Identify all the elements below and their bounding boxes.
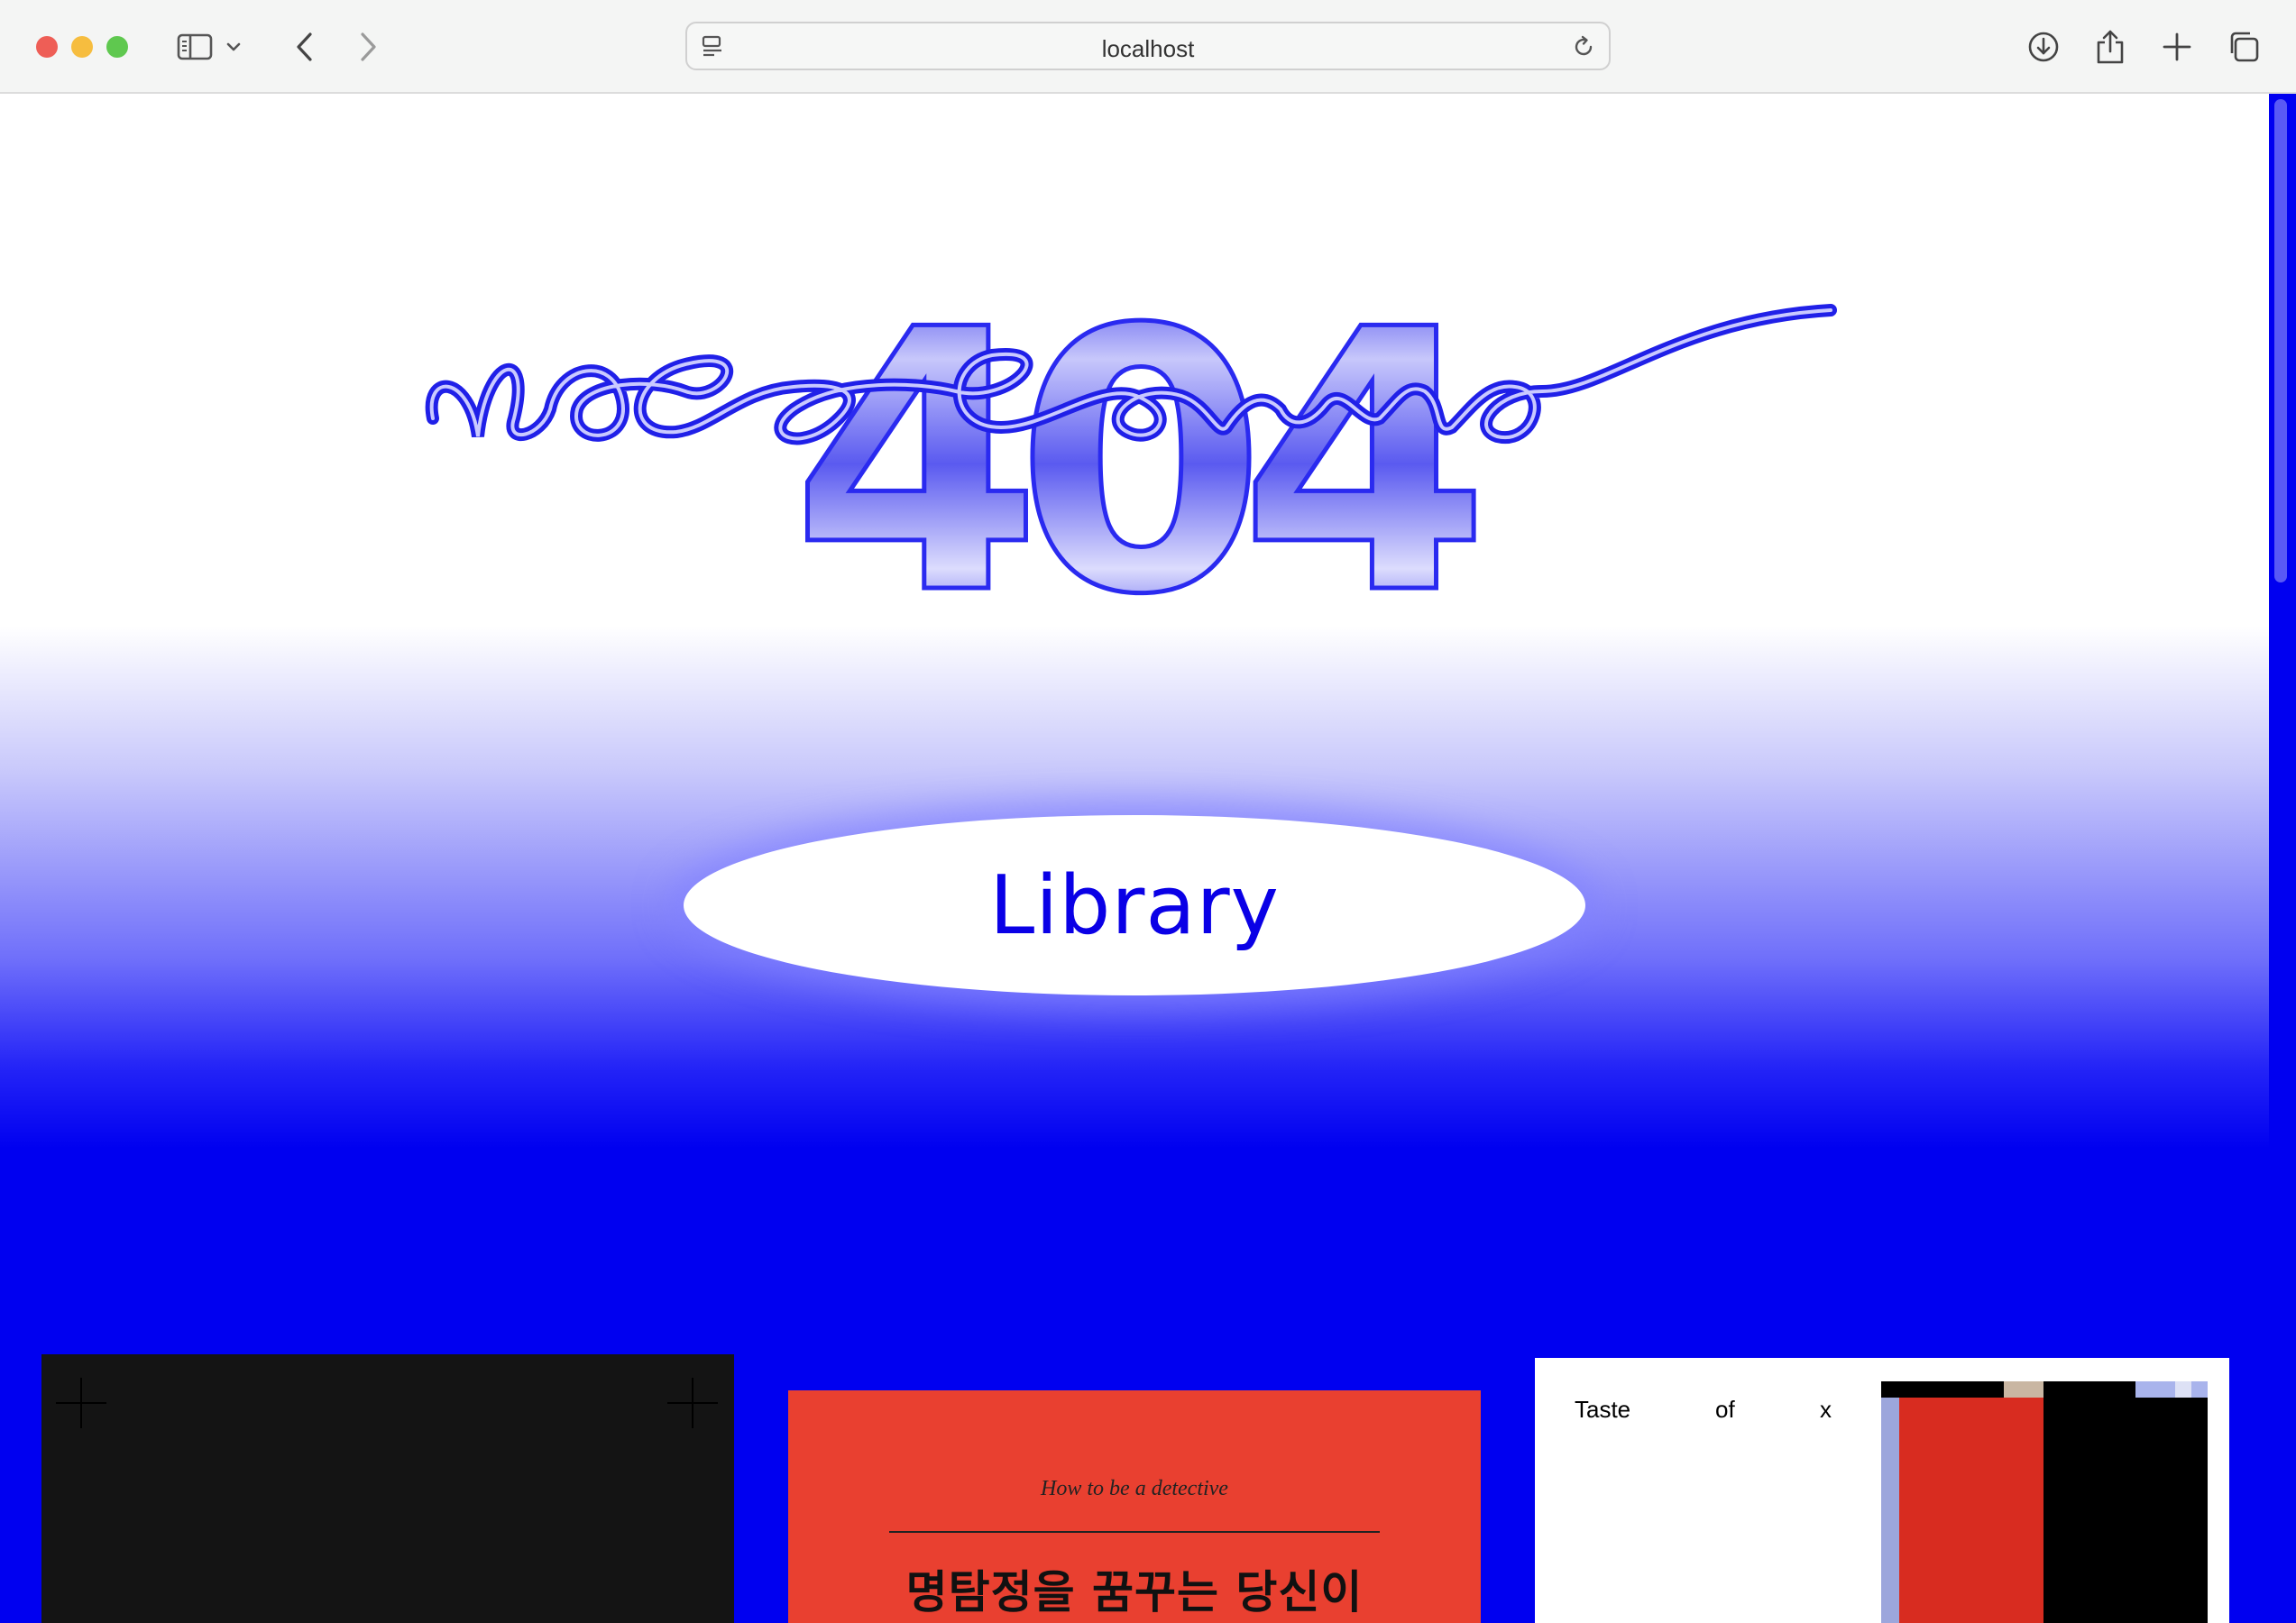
card-word: x <box>1820 1396 1832 1423</box>
sidebar-icon <box>177 33 213 60</box>
forward-button[interactable] <box>344 23 391 70</box>
sidebar-menu-button[interactable] <box>220 23 247 70</box>
share-icon <box>2097 30 2124 64</box>
card-subtitle: How to be a detective <box>1041 1477 1228 1500</box>
library-button-label: Library <box>989 857 1280 953</box>
card-title: 명탐정을 꿈꾸는 당신이 <box>905 1565 1364 1618</box>
reload-icon[interactable] <box>1571 34 1596 60</box>
back-icon <box>297 32 312 61</box>
download-icon <box>2028 32 2059 62</box>
share-button[interactable] <box>2087 23 2134 70</box>
sidebar-toggle-button[interactable] <box>171 23 218 70</box>
card-divider <box>889 1531 1380 1533</box>
minimize-window-button[interactable] <box>71 36 93 58</box>
chevron-down-icon <box>226 42 241 51</box>
library-card-detective[interactable]: How to be a detective 명탐정을 꿈꾸는 당신이 <box>788 1390 1481 1623</box>
card-cover-art <box>1881 1381 2208 1623</box>
new-tab-icon <box>2163 32 2191 61</box>
close-window-button[interactable] <box>36 36 58 58</box>
library-card-taste[interactable]: Taste of x <box>1535 1358 2229 1623</box>
library-button[interactable]: Library <box>684 815 1585 995</box>
downloads-button[interactable] <box>2020 23 2067 70</box>
library-card-dark[interactable] <box>41 1354 734 1623</box>
plus-mark-icon <box>667 1378 718 1428</box>
back-button[interactable] <box>281 23 328 70</box>
card-word: of <box>1715 1396 1735 1423</box>
zoom-window-button[interactable] <box>106 36 128 58</box>
url-text[interactable]: localhost <box>687 35 1609 63</box>
forward-icon <box>361 32 376 61</box>
plus-mark-icon <box>56 1378 106 1428</box>
card-word: Taste <box>1575 1396 1631 1423</box>
address-bar[interactable]: localhost <box>685 22 1611 70</box>
tab-overview-icon <box>2230 32 2259 62</box>
new-tab-button[interactable] <box>2154 23 2200 70</box>
tab-overview-button[interactable] <box>2220 23 2267 70</box>
not-found-hero-logo: 404 <box>425 252 1837 626</box>
browser-toolbar: localhost <box>0 0 2296 94</box>
scrollbar-thumb[interactable] <box>2274 99 2287 582</box>
page-content: 404 Library How to be a detective 명탐정을 꿈… <box>0 94 2269 1623</box>
